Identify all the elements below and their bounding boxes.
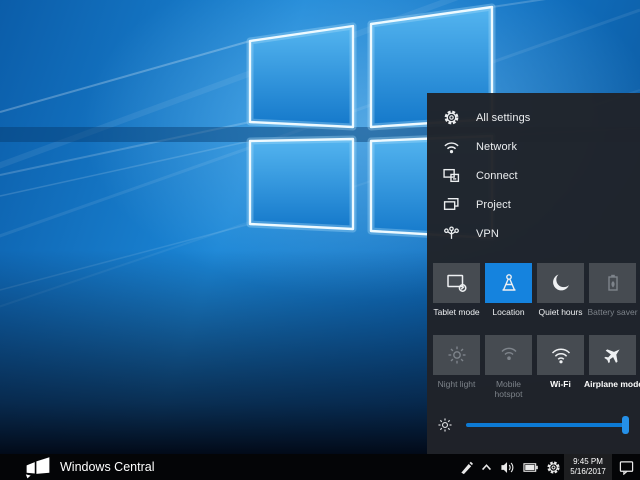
battery-saver-tile[interactable] [589,263,636,303]
location-icon [498,272,520,294]
menu-item-project[interactable]: Project [427,190,640,219]
volume-icon[interactable] [496,454,518,480]
quick-action-wifi: Wi-Fi [537,335,584,375]
quiet-hours-tile[interactable] [537,263,584,303]
network-icon [443,138,460,155]
clock-date: 5/16/2017 [570,467,606,477]
chevron-up-icon[interactable] [476,454,496,480]
brightness-slider[interactable] [466,423,627,427]
quick-action-tablet-mode: Tablet mode [433,263,480,303]
brightness-icon [437,417,453,433]
airplane-mode-tile[interactable] [589,335,636,375]
tile-label: Tablet mode [428,307,485,317]
menu-item-vpn[interactable]: VPN [427,219,640,248]
quick-action-mobile-hotspot: Mobile hotspot [485,335,532,375]
quick-action-tiles: Tablet mode Location [433,263,636,375]
quick-action-airplane-mode: Airplane mode [589,335,636,375]
tile-label: Mobile hotspot [488,379,529,399]
quick-action-battery-saver: Battery saver [589,263,636,303]
gear-icon[interactable] [542,454,564,480]
quick-action-quiet-hours: Quiet hours [537,263,584,303]
tile-label: Battery saver [584,307,640,317]
clock-time: 9:45 PM [573,457,603,467]
brand-name: Windows Central [60,460,154,474]
menu-item-label: Network [476,141,517,153]
mobile-hotspot-icon [498,344,520,366]
menu-item-label: All settings [476,112,530,124]
quick-settings-menu: All settings Network [427,103,640,248]
tablet-mode-icon [446,272,468,294]
menu-item-label: Project [476,199,511,211]
tile-label: Quiet hours [532,307,589,317]
tile-label: Airplane mode [584,379,640,389]
menu-item-connect[interactable]: Connect [427,161,640,190]
night-light-icon [446,344,468,366]
wifi-tile[interactable] [537,335,584,375]
windows-central-brand: Windows Central [25,455,154,479]
quick-action-night-light: Night light [433,335,480,375]
tile-label: Night light [428,379,485,389]
connect-icon [443,167,460,184]
quiet-hours-icon [550,272,572,294]
menu-item-label: VPN [476,228,499,240]
menu-item-all-settings[interactable]: All settings [427,103,640,132]
mobile-hotspot-tile[interactable] [485,335,532,375]
taskbar: Windows Central [0,454,640,480]
project-icon [443,196,460,213]
night-light-tile[interactable] [433,335,480,375]
system-tray: 9:45 PM 5/16/2017 [456,454,640,480]
wifi-icon [550,344,572,366]
taskbar-clock[interactable]: 9:45 PM 5/16/2017 [564,454,612,480]
desktop-screen: All settings Network [0,0,640,480]
quick-settings-panel: All settings Network [427,93,640,454]
battery-icon[interactable] [518,454,542,480]
quick-action-location: Location [485,263,532,303]
menu-item-network[interactable]: Network [427,132,640,161]
airplane-mode-icon [602,344,624,366]
windows-central-logo [25,455,51,479]
vpn-icon [443,225,460,242]
menu-item-label: Connect [476,170,518,182]
tile-label: Location [480,307,537,317]
brightness-slider-thumb[interactable] [622,416,629,434]
battery-saver-icon [602,272,624,294]
brightness-slider-row [437,413,627,437]
action-center-icon[interactable] [612,454,640,480]
location-tile[interactable] [485,263,532,303]
tablet-mode-tile[interactable] [433,263,480,303]
pen-icon[interactable] [456,454,476,480]
gear-icon [443,109,460,126]
tile-label: Wi-Fi [532,379,589,389]
